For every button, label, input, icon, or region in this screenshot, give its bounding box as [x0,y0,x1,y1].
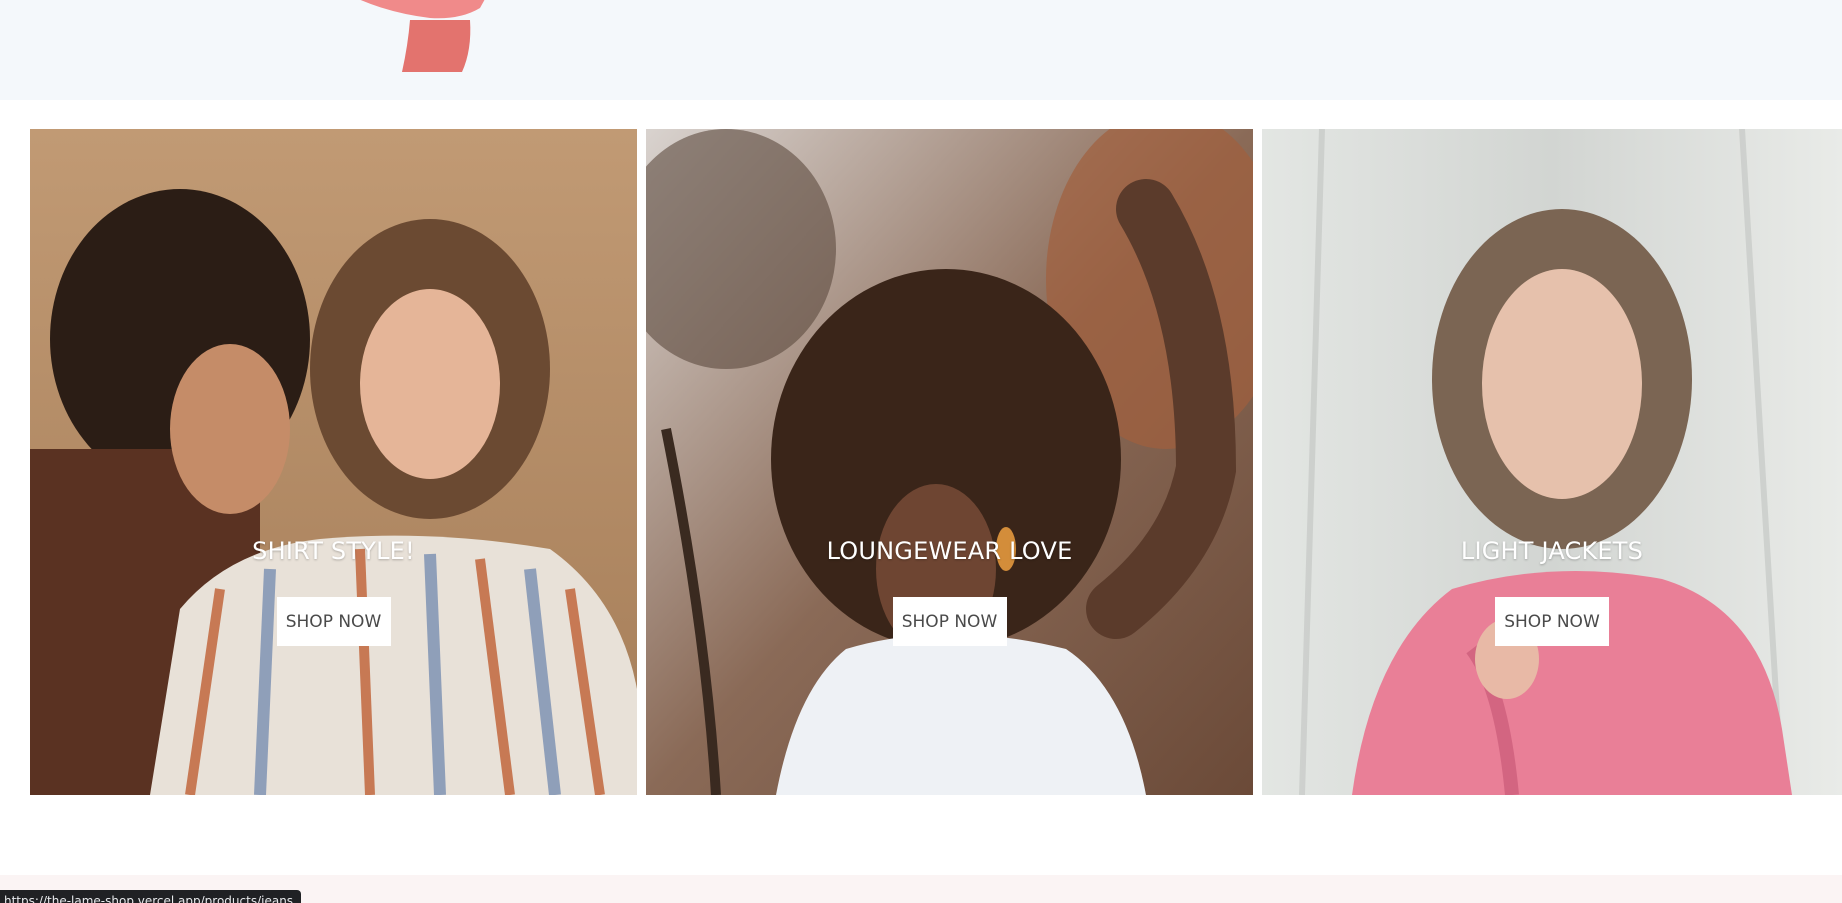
shop-now-button[interactable]: SHOP NOW [892,597,1007,646]
card-title: LOUNGEWEAR LOVE [826,537,1073,565]
status-bar-url: https://the-lame-shop.vercel.app/product… [0,890,302,903]
category-card-shirt-style[interactable]: SHIRT STYLE! SHOP NOW [30,129,637,795]
hero-image-fragment [360,0,485,72]
card-title: SHIRT STYLE! [252,537,415,565]
shop-now-button[interactable]: SHOP NOW [1495,597,1609,646]
category-card-loungewear-love[interactable]: LOUNGEWEAR LOVE SHOP NOW [646,129,1253,795]
shop-now-button[interactable]: SHOP NOW [276,597,391,646]
category-image-light-jackets [1262,129,1842,795]
category-image-loungewear-love [646,129,1253,795]
card-title: LIGHT JACKETS [1460,537,1644,565]
category-image-shirt-style [30,129,637,795]
hero-section-bottom [0,0,1842,100]
category-card-light-jackets[interactable]: LIGHT JACKETS SHOP NOW [1262,129,1842,795]
